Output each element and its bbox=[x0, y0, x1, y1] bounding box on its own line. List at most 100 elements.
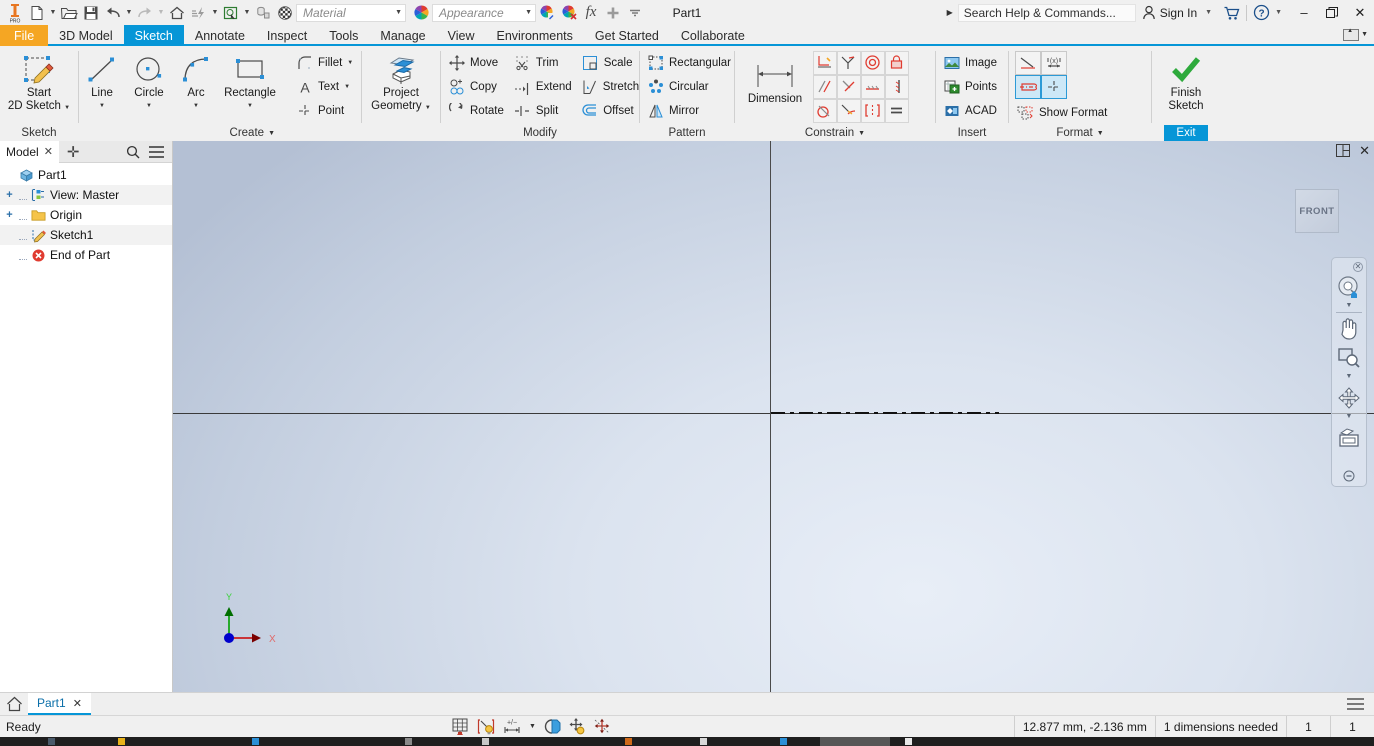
appearance-color-wheel-icon[interactable] bbox=[410, 2, 432, 24]
taskbar-icon-4[interactable] bbox=[405, 738, 412, 745]
minimize-ribbon-icon[interactable] bbox=[1343, 28, 1360, 41]
circle-button[interactable]: Circle ▼ bbox=[123, 51, 175, 113]
driven-dimension-icon[interactable]: (x) bbox=[1040, 50, 1067, 75]
tab-collaborate[interactable]: Collaborate bbox=[670, 25, 756, 46]
horizontal-constraint-icon[interactable] bbox=[860, 74, 885, 99]
point-button[interactable]: Point bbox=[291, 99, 358, 123]
steering-wheel-home-icon[interactable] bbox=[1337, 272, 1361, 302]
material-combobox[interactable]: Material ▼ bbox=[296, 3, 406, 22]
tree-item-origin[interactable]: + Origin bbox=[0, 205, 172, 225]
close-icon[interactable]: ✕ bbox=[73, 697, 82, 710]
taskbar-active-window[interactable] bbox=[820, 737, 890, 746]
smooth-constraint-icon[interactable] bbox=[836, 98, 861, 123]
project-geometry-button[interactable]: Project Geometry ▼ bbox=[364, 51, 438, 115]
format-panel-expand-caret[interactable]: ▼ bbox=[1097, 130, 1104, 137]
arc-caret[interactable]: ▼ bbox=[193, 100, 199, 113]
redo-button[interactable] bbox=[134, 2, 156, 24]
chevron-down-icon[interactable]: ▼ bbox=[395, 9, 402, 16]
save-button[interactable] bbox=[80, 2, 102, 24]
tab-environments[interactable]: Environments bbox=[485, 25, 583, 46]
exit-button[interactable]: Exit bbox=[1164, 125, 1208, 141]
extend-button[interactable]: Extend bbox=[509, 75, 577, 99]
search-icon[interactable] bbox=[126, 145, 140, 159]
windows-taskbar[interactable] bbox=[0, 737, 1374, 746]
center-point-icon[interactable] bbox=[1040, 74, 1067, 99]
slice-graphics-icon[interactable] bbox=[543, 718, 561, 735]
show-constraints-icon[interactable] bbox=[836, 50, 861, 75]
offset-button[interactable]: Offset bbox=[577, 99, 639, 123]
taskbar-icon-6[interactable] bbox=[625, 738, 632, 745]
taskbar-icon-3[interactable] bbox=[252, 738, 259, 745]
home-icon[interactable] bbox=[166, 2, 188, 24]
help-icon[interactable]: ? bbox=[1247, 0, 1275, 25]
taskbar-icon-1[interactable] bbox=[48, 738, 55, 745]
circle-caret[interactable]: ▼ bbox=[146, 100, 152, 113]
search-input[interactable]: Search Help & Commands... bbox=[957, 3, 1136, 22]
constraint-settings-icon[interactable] bbox=[860, 50, 885, 75]
tab-3d-model[interactable]: 3D Model bbox=[48, 25, 124, 46]
mirror-button[interactable]: Mirror bbox=[642, 99, 736, 123]
customize-quick-access-caret[interactable] bbox=[624, 2, 646, 24]
tab-inspect[interactable]: Inspect bbox=[256, 25, 318, 46]
checker-sphere-icon[interactable] bbox=[274, 2, 296, 24]
split-view-icon[interactable] bbox=[1336, 144, 1351, 157]
new-file-caret[interactable]: ▼ bbox=[48, 2, 58, 24]
tree-item-view-master[interactable]: + View: Master bbox=[0, 185, 172, 205]
restore-button[interactable] bbox=[1318, 0, 1346, 25]
coincident-constraint-icon[interactable] bbox=[836, 74, 861, 99]
navbar-close-icon[interactable]: ✕ bbox=[1353, 262, 1366, 272]
orbit-icon[interactable] bbox=[1337, 383, 1361, 413]
image-button[interactable]: Image bbox=[938, 51, 1002, 75]
help-caret[interactable]: ▼ bbox=[1275, 9, 1290, 16]
centerline-icon[interactable] bbox=[1014, 74, 1041, 99]
plus-icon[interactable]: ✛ bbox=[59, 143, 88, 161]
taskbar-icon-5[interactable] bbox=[482, 738, 489, 745]
tab-file[interactable]: File bbox=[0, 25, 49, 46]
undo-button[interactable] bbox=[102, 2, 124, 24]
show-format-button[interactable]: Show Format bbox=[1015, 101, 1112, 125]
zoom-window-icon[interactable] bbox=[1337, 343, 1361, 373]
rotate-button[interactable]: Rotate bbox=[443, 99, 509, 123]
fx-parameters-icon[interactable]: fx bbox=[580, 2, 602, 24]
finish-sketch-button[interactable]: Finish Sketch bbox=[1154, 51, 1218, 113]
select-caret[interactable]: ▼ bbox=[242, 2, 252, 24]
move-button[interactable]: Move bbox=[443, 51, 509, 75]
tab-sketch[interactable]: Sketch bbox=[123, 25, 184, 46]
degrees-of-freedom-icon[interactable] bbox=[593, 718, 611, 735]
ribbon-options-caret[interactable]: ▼ bbox=[1361, 31, 1368, 38]
viewcube[interactable]: FRONT bbox=[1295, 189, 1339, 233]
dimension-button[interactable]: Dimension bbox=[737, 51, 813, 106]
expand-icon[interactable]: + bbox=[4, 189, 15, 201]
redo-caret[interactable]: ▼ bbox=[156, 2, 166, 24]
symmetric-constraint-icon[interactable] bbox=[860, 98, 885, 123]
copy-button[interactable]: Copy bbox=[443, 75, 509, 99]
tree-item-sketch1[interactable]: Sketch1 bbox=[0, 225, 172, 245]
update-caret[interactable]: ▼ bbox=[210, 2, 220, 24]
appearance-combobox[interactable]: Appearance ▼ bbox=[432, 3, 536, 22]
trim-button[interactable]: Trim bbox=[509, 51, 577, 75]
vertical-constraint-icon[interactable] bbox=[884, 74, 909, 99]
snap-to-grid-icon[interactable] bbox=[568, 718, 586, 735]
tab-tools[interactable]: Tools bbox=[318, 25, 369, 46]
fillet-caret[interactable]: ▼ bbox=[347, 60, 353, 66]
chevron-down-icon[interactable]: ▼ bbox=[525, 9, 532, 16]
tab-annotate[interactable]: Annotate bbox=[184, 25, 256, 46]
look-at-icon[interactable] bbox=[1337, 423, 1361, 453]
navbar-caret-3[interactable]: ▼ bbox=[1346, 413, 1353, 423]
stretch-button[interactable]: Stretch bbox=[577, 75, 639, 99]
taskbar-icon-7[interactable] bbox=[700, 738, 707, 745]
points-button[interactable]: Points bbox=[938, 75, 1002, 99]
project-geometry-caret[interactable]: ▼ bbox=[425, 105, 431, 111]
tab-view[interactable]: View bbox=[437, 25, 486, 46]
select-box-icon[interactable] bbox=[220, 2, 242, 24]
pan-hand-icon[interactable] bbox=[1338, 313, 1360, 343]
create-panel-expand-caret[interactable]: ▼ bbox=[268, 130, 275, 137]
minimize-button[interactable]: – bbox=[1290, 0, 1318, 25]
rectangular-pattern-button[interactable]: Rectangular bbox=[642, 51, 736, 75]
start-2d-sketch-button[interactable]: Start 2D Sketch ▼ bbox=[2, 51, 76, 115]
tab-get-started[interactable]: Get Started bbox=[584, 25, 670, 46]
grid-display-icon[interactable] bbox=[452, 718, 470, 735]
shopping-cart-icon[interactable] bbox=[1218, 0, 1246, 25]
fillet-button[interactable]: Fillet ▼ bbox=[291, 51, 358, 75]
taskbar-icon-2[interactable] bbox=[118, 738, 125, 745]
